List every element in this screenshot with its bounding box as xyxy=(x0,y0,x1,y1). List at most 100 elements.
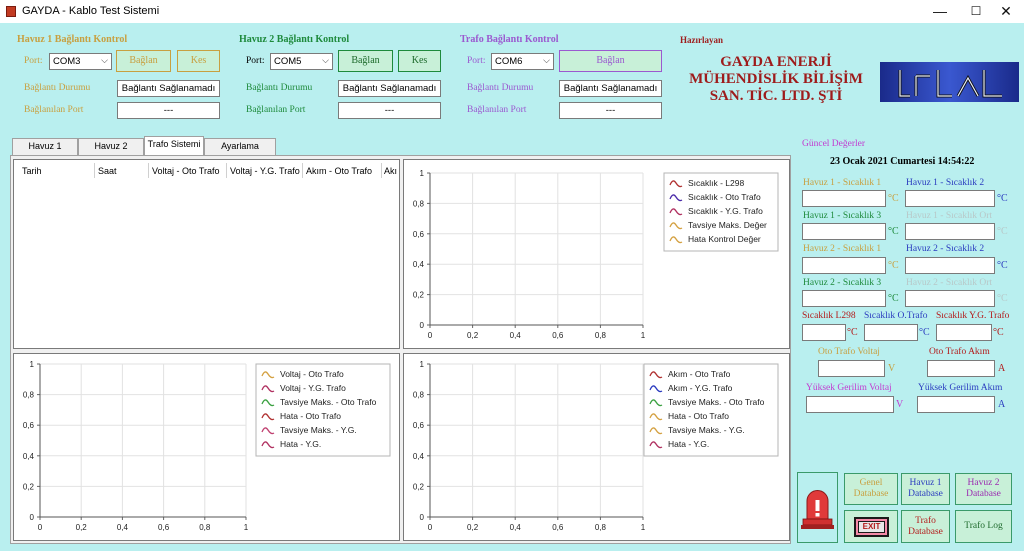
legend-label: Sıcaklık - L298 xyxy=(688,178,744,188)
legend-label: Tavsiye Maks. - Y.G. xyxy=(668,425,745,435)
h1s1-label: Havuz 1 - Sıcaklık 1 xyxy=(803,178,882,188)
col-header-voltage-yg[interactable]: Voltaj - Y.G. Trafo xyxy=(230,166,300,178)
datetime-display: 23 Ocak 2021 Cumartesi 14:54:22 xyxy=(830,156,975,167)
x-tick-label: 0,8 xyxy=(595,331,607,340)
x-tick-label: 0,2 xyxy=(467,331,479,340)
h1s3-label: Havuz 1 - Sıcaklık 3 xyxy=(803,211,882,221)
yg-current-label: Yüksek Gerilim Akım xyxy=(918,383,1003,393)
havuz1-status-box: Bağlantı Sağlanamadı xyxy=(117,80,220,97)
h1ort-value xyxy=(905,223,995,240)
x-tick-label: 0,8 xyxy=(199,523,211,532)
x-tick-label: 1 xyxy=(641,331,646,340)
otrafo-label: Sıcaklık O.Trafo xyxy=(864,311,928,321)
data-table[interactable] xyxy=(13,159,400,349)
trafo-port-value: COM6 xyxy=(495,56,523,67)
chevron-down-icon: ⌵ xyxy=(543,55,550,65)
y-tick-label: 0,6 xyxy=(413,230,425,239)
window-title: GAYDA - Kablo Test Sistemi xyxy=(22,5,160,17)
minimize-button[interactable]: — xyxy=(922,0,958,23)
col-header-voltage-oto[interactable]: Voltaj - Oto Trafo xyxy=(152,166,220,178)
h2s2-label: Havuz 2 - Sıcaklık 2 xyxy=(906,244,985,254)
voltage-chart: 0 0,2 0,4 0,6 0,8 1 0 0,2 0,4 0,6 0,8 1 Voltaj - Oto… xyxy=(13,353,400,541)
trafo-port-select[interactable]: COM6 ⌵ xyxy=(491,53,554,70)
col-separator xyxy=(381,163,382,178)
oto-voltage-value xyxy=(818,360,885,377)
y-tick-label: 0,4 xyxy=(413,452,425,461)
col-header-date[interactable]: Tarih xyxy=(22,166,42,178)
y-tick-label: 0,6 xyxy=(23,421,35,430)
col-header-current-yg[interactable]: Akı xyxy=(384,166,398,178)
h2ort-label: Havuz 2 - Sıcaklık Ort xyxy=(906,278,993,288)
h2s2-value xyxy=(905,257,995,274)
havuz1-port-info-box: --- xyxy=(117,102,220,119)
oto-current-label: Oto Trafo Akım xyxy=(929,347,990,357)
havuz1-group-title: Havuz 1 Bağlantı Kontrol xyxy=(17,34,128,45)
x-tick-label: 0 xyxy=(428,523,433,532)
yg-current-unit: A xyxy=(998,399,1006,410)
havuz1-port-select[interactable]: COM3 ⌵ xyxy=(49,53,112,70)
ygtrafo-value xyxy=(936,324,992,341)
exit-button[interactable]: EXIT xyxy=(844,510,898,543)
havuz2-status-box: Bağlantı Sağlanamadı xyxy=(338,80,441,97)
tab-settings[interactable]: Ayarlama Bölümü xyxy=(204,138,276,166)
tab-havuz2[interactable]: Havuz 2 Sistemi xyxy=(78,138,144,166)
alarm-indicator[interactable] xyxy=(797,472,838,543)
trafo-database-button[interactable]: Trafo Database xyxy=(901,510,950,543)
y-tick-label: 0,2 xyxy=(413,291,425,300)
legend-label: Akım - Oto Trafo xyxy=(668,369,731,379)
col-header-time[interactable]: Saat xyxy=(98,166,117,178)
otrafo-value xyxy=(864,324,918,341)
temperature-chart-svg: 0 0,2 0,4 0,6 0,8 1 0 0,2 0,4 0,6 0,8 1 Sıcaklık - L… xyxy=(413,169,779,340)
col-header-current-oto[interactable]: Akım - Oto Trafo xyxy=(306,166,372,178)
y-tick-label: 1 xyxy=(30,360,35,369)
legend-label: Voltaj - Oto Trafo xyxy=(280,369,344,379)
col-separator xyxy=(94,163,95,178)
h2ort-unit: °C xyxy=(997,293,1008,304)
close-button[interactable]: ✕ xyxy=(988,0,1024,23)
y-tick-label: 0 xyxy=(420,321,425,330)
x-tick-label: 0,6 xyxy=(158,523,170,532)
current-chart-svg: 0 0,2 0,4 0,6 0,8 1 0 0,2 0,4 0,6 0,8 1 Akım - Oto T… xyxy=(413,360,779,532)
y-tick-label: 0,8 xyxy=(23,391,35,400)
l298-value xyxy=(802,324,846,341)
axis-lines xyxy=(429,173,643,326)
legend-label: Akım - Y.G. Trafo xyxy=(668,383,733,393)
havuz2-connect-button[interactable]: Bağlan xyxy=(338,50,393,72)
app-icon xyxy=(6,6,16,17)
havuz1-database-button[interactable]: Havuz 1 Database xyxy=(901,473,950,505)
h1ort-unit: °C xyxy=(997,226,1008,237)
havuz2-port-select[interactable]: COM5 ⌵ xyxy=(270,53,333,70)
tab-havuz1[interactable]: Havuz 1 Sistemi xyxy=(12,138,78,166)
tab-trafo[interactable]: Trafo Sistemi xyxy=(144,136,204,156)
exit-icon: EXIT xyxy=(854,517,889,537)
oto-current-unit: A xyxy=(998,363,1006,374)
h2s1-unit: °C xyxy=(888,260,899,271)
yg-voltage-label: Yüksek Gerilim Voltaj xyxy=(806,383,892,393)
havuz1-disconnect-button[interactable]: Kes xyxy=(177,50,220,72)
havuz2-database-button[interactable]: Havuz 2 Database xyxy=(955,473,1012,505)
voltage-chart-svg: 0 0,2 0,4 0,6 0,8 1 0 0,2 0,4 0,6 0,8 1 Voltaj - Oto… xyxy=(23,360,391,532)
current-chart: 0 0,2 0,4 0,6 0,8 1 0 0,2 0,4 0,6 0,8 1 Akım - Oto T… xyxy=(403,353,790,541)
x-tick-label: 0,4 xyxy=(510,331,522,340)
havuz2-port-label: Port: xyxy=(246,56,265,66)
general-database-button[interactable]: Genel Database xyxy=(844,473,898,505)
trafo-connect-button[interactable]: Bağlan xyxy=(559,50,662,72)
h1s1-unit: °C xyxy=(888,193,899,204)
trafo-port-info-box: --- xyxy=(559,102,662,119)
havuz1-port-value: COM3 xyxy=(53,56,81,67)
havuz2-port-info-box: --- xyxy=(338,102,441,119)
h1s3-unit: °C xyxy=(888,226,899,237)
trafo-log-button[interactable]: Trafo Log xyxy=(955,510,1012,543)
y-tick-label: 0,8 xyxy=(413,391,425,400)
y-tick-label: 0,4 xyxy=(23,452,35,461)
havuz1-connect-button[interactable]: Bağlan xyxy=(116,50,171,72)
h2s2-unit: °C xyxy=(997,260,1008,271)
legend-label: Tavsiye Maks. - Oto Trafo xyxy=(280,397,377,407)
title-bar: GAYDA - Kablo Test Sistemi — ☐ ✕ xyxy=(0,0,1024,23)
y-tick-label: 0 xyxy=(30,513,35,522)
chevron-down-icon: ⌵ xyxy=(101,55,108,65)
havuz2-disconnect-button[interactable]: Kes xyxy=(398,50,441,72)
legend-label: Voltaj - Y.G. Trafo xyxy=(280,383,346,393)
havuz2-port-info-label: Bağlanılan Port xyxy=(246,105,306,115)
x-tick-label: 0 xyxy=(38,523,43,532)
